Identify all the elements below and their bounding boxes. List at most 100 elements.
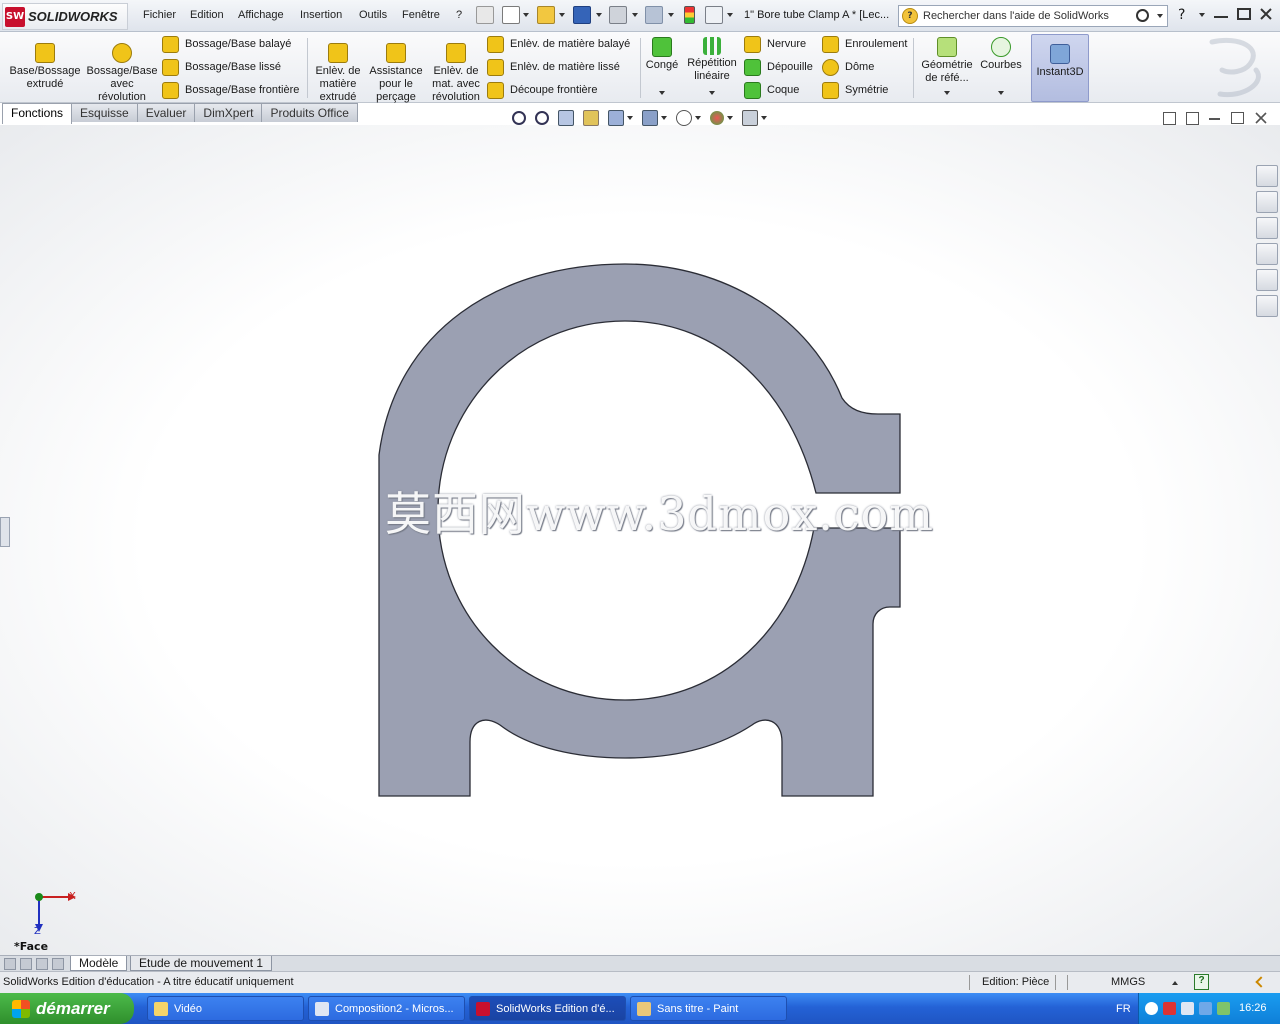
draft-button[interactable]: Dépouille bbox=[744, 58, 813, 76]
pattern-dropdown-icon[interactable] bbox=[709, 91, 715, 95]
print-icon[interactable] bbox=[609, 6, 627, 24]
help-icon[interactable]: ? bbox=[1178, 7, 1185, 23]
tab-first-icon[interactable] bbox=[4, 958, 16, 970]
tray-solidworks-icon[interactable] bbox=[1163, 1002, 1176, 1015]
tab-evaluer[interactable]: Evaluer bbox=[136, 103, 196, 122]
wrap-button[interactable]: Enroulement bbox=[822, 35, 907, 53]
hide-show-dropdown-icon[interactable] bbox=[695, 116, 701, 120]
restore-icon[interactable] bbox=[1237, 8, 1251, 20]
new-document-icon[interactable] bbox=[502, 6, 520, 24]
menu-edition[interactable]: Edition bbox=[190, 9, 224, 21]
boundary-cut-button[interactable]: Découpe frontière bbox=[487, 81, 630, 99]
menu-help[interactable]: ? bbox=[456, 9, 462, 21]
viewport-restore-icon[interactable] bbox=[1231, 112, 1244, 124]
lofted-boss-button[interactable]: Bossage/Base lissé bbox=[162, 58, 299, 76]
revolved-cut-button[interactable]: Enlèv. de mat. avec révolution bbox=[428, 43, 484, 104]
status-collapse-icon[interactable] bbox=[1255, 976, 1267, 988]
dome-button[interactable]: Dôme bbox=[822, 58, 907, 76]
clock[interactable]: 16:26 bbox=[1239, 1002, 1267, 1014]
tab-dimxpert[interactable]: DimXpert bbox=[194, 103, 263, 122]
save-dropdown-icon[interactable] bbox=[596, 13, 602, 17]
menu-outils[interactable]: Outils bbox=[359, 9, 387, 21]
tray-network-icon[interactable] bbox=[1181, 1002, 1194, 1015]
tray-security-icon[interactable] bbox=[1217, 1002, 1230, 1015]
boss-extrude-button[interactable]: Base/Bossage extrudé bbox=[8, 43, 82, 91]
taskbar-item-paint[interactable]: Sans titre - Paint bbox=[630, 996, 787, 1021]
viewport-minimize-icon[interactable] bbox=[1209, 118, 1220, 120]
swept-cut-button[interactable]: Enlèv. de matière balayé bbox=[487, 35, 630, 53]
tab-modele[interactable]: Modèle bbox=[70, 956, 128, 971]
tray-expand-icon[interactable] bbox=[1145, 1002, 1158, 1015]
viewport-close-icon[interactable] bbox=[1255, 112, 1267, 127]
view-settings-dropdown-icon[interactable] bbox=[761, 116, 767, 120]
quick-tips-icon[interactable]: ? bbox=[1194, 974, 1209, 990]
tab-fonctions[interactable]: Fonctions bbox=[2, 103, 73, 124]
display-style-dropdown-icon[interactable] bbox=[661, 116, 667, 120]
menu-affichage[interactable]: Affichage bbox=[238, 9, 284, 21]
edit-appearance-icon[interactable] bbox=[710, 111, 724, 125]
options-icon[interactable] bbox=[705, 6, 723, 24]
appearance-dropdown-icon[interactable] bbox=[727, 116, 733, 120]
custom-properties-icon[interactable] bbox=[1256, 295, 1278, 317]
taskbar-item-solidworks[interactable]: SolidWorks Edition d'é... bbox=[469, 996, 626, 1021]
tray-monitor-icon[interactable] bbox=[1199, 1002, 1212, 1015]
tab-produits-office[interactable]: Produits Office bbox=[261, 103, 358, 122]
menu-fichier[interactable]: Fichier bbox=[143, 9, 176, 21]
hide-show-items-icon[interactable] bbox=[676, 110, 692, 126]
extruded-cut-button[interactable]: Enlèv. de matière extrudé bbox=[312, 43, 364, 104]
menu-fenetre[interactable]: Fenêtre bbox=[402, 9, 440, 21]
options-dropdown-icon[interactable] bbox=[727, 13, 733, 17]
minimize-icon[interactable] bbox=[1214, 8, 1228, 18]
print-dropdown-icon[interactable] bbox=[632, 13, 638, 17]
language-indicator[interactable]: FR bbox=[1116, 1003, 1131, 1015]
view-palette-icon[interactable] bbox=[1256, 243, 1278, 265]
taskbar-item-video[interactable]: Vidéo bbox=[147, 996, 304, 1021]
lofted-cut-button[interactable]: Enlèv. de matière lissé bbox=[487, 58, 630, 76]
view-orientation-icon[interactable] bbox=[608, 110, 624, 126]
boundary-boss-button[interactable]: Bossage/Base frontière bbox=[162, 81, 299, 99]
view-settings-icon[interactable] bbox=[742, 110, 758, 126]
tile-view-icon[interactable] bbox=[1186, 112, 1199, 125]
tab-esquisse[interactable]: Esquisse bbox=[71, 103, 138, 122]
zoom-to-area-icon[interactable] bbox=[535, 111, 549, 125]
search-input[interactable]: Rechercher dans l'aide de SolidWorks bbox=[923, 10, 1109, 22]
design-library-icon[interactable] bbox=[1256, 191, 1278, 213]
help-dropdown-icon[interactable] bbox=[1199, 13, 1205, 17]
rib-button[interactable]: Nervure bbox=[744, 35, 813, 53]
solidworks-resources-icon[interactable] bbox=[1256, 165, 1278, 187]
status-units[interactable]: MMGS bbox=[1111, 976, 1145, 988]
feature-manager-expand-handle[interactable] bbox=[0, 517, 10, 547]
view-orientation-dropdown-icon[interactable] bbox=[627, 116, 633, 120]
swept-boss-button[interactable]: Bossage/Base balayé bbox=[162, 35, 299, 53]
undo-dropdown-icon[interactable] bbox=[668, 13, 674, 17]
reference-geometry-dropdown-icon[interactable] bbox=[944, 91, 950, 95]
open-folder-icon[interactable] bbox=[537, 6, 555, 24]
appearances-icon[interactable] bbox=[1256, 269, 1278, 291]
tab-next-icon[interactable] bbox=[36, 958, 48, 970]
help-search-box[interactable]: ? Rechercher dans l'aide de SolidWorks bbox=[898, 5, 1168, 27]
search-dropdown-icon[interactable] bbox=[1157, 14, 1163, 18]
shell-button[interactable]: Coque bbox=[744, 81, 813, 99]
tab-prev-icon[interactable] bbox=[20, 958, 32, 970]
linear-pattern-button[interactable]: Répétition linéaire bbox=[684, 37, 740, 83]
rebuild-traffic-light-icon[interactable] bbox=[684, 6, 695, 24]
curves-button[interactable]: Courbes bbox=[978, 37, 1024, 72]
reference-geometry-button[interactable]: Géométrie de réfé... bbox=[918, 37, 976, 85]
fillet-button[interactable]: Congé bbox=[643, 37, 681, 72]
new-dropdown-icon[interactable] bbox=[523, 13, 529, 17]
save-icon[interactable] bbox=[573, 6, 591, 24]
mirror-button[interactable]: Symétrie bbox=[822, 81, 907, 99]
pin-icon[interactable] bbox=[476, 6, 494, 24]
file-explorer-icon[interactable] bbox=[1256, 217, 1278, 239]
tab-last-icon[interactable] bbox=[52, 958, 64, 970]
display-style-icon[interactable] bbox=[642, 110, 658, 126]
hole-wizard-button[interactable]: Assistance pour le perçage bbox=[367, 43, 425, 104]
previous-view-icon[interactable] bbox=[558, 110, 574, 126]
menu-insertion[interactable]: Insertion bbox=[300, 9, 342, 21]
undo-icon[interactable] bbox=[645, 6, 663, 24]
section-view-icon[interactable] bbox=[583, 110, 599, 126]
units-popup-icon[interactable] bbox=[1172, 981, 1178, 985]
solidworks-logo[interactable]: SW SOLIDWORKS bbox=[2, 3, 128, 30]
taskbar-item-composition2[interactable]: Composition2 - Micros... bbox=[308, 996, 465, 1021]
tab-motion-study-1[interactable]: Etude de mouvement 1 bbox=[130, 956, 273, 971]
